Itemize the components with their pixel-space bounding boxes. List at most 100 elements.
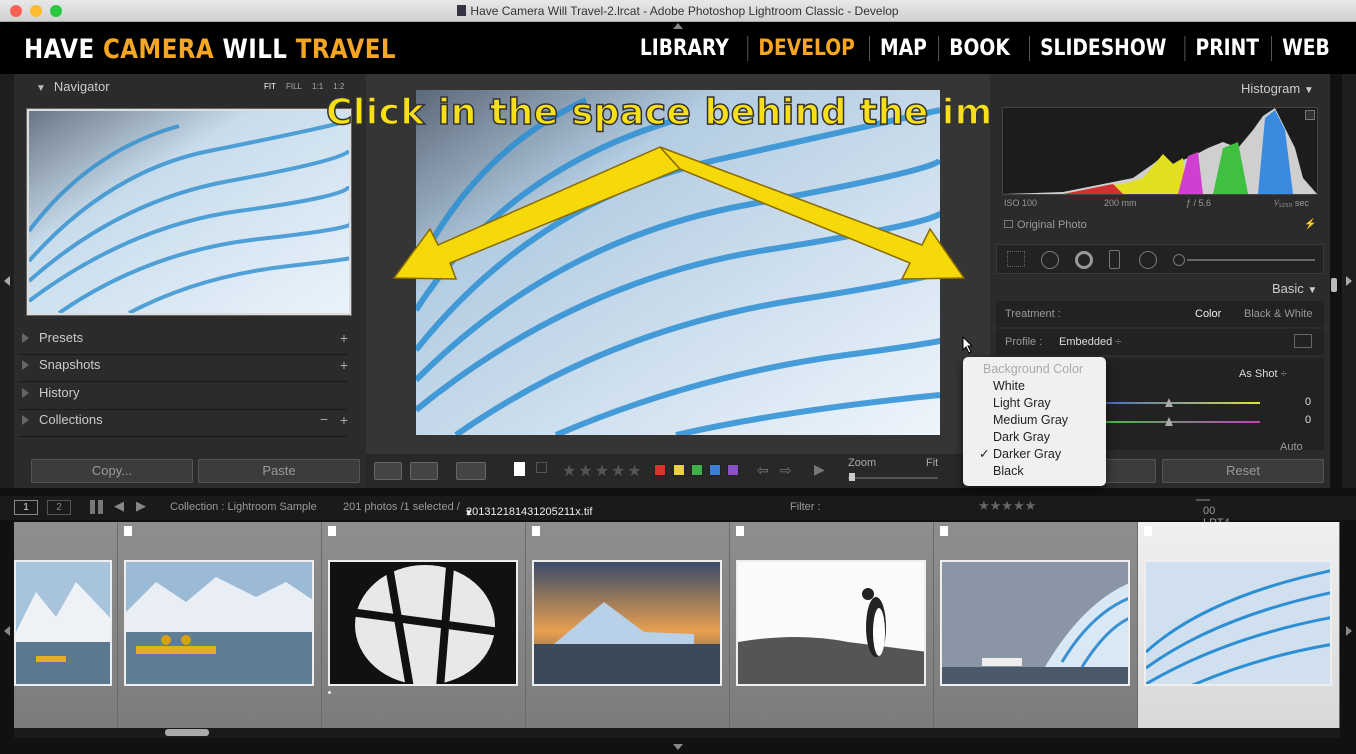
brush-size-slider[interactable] — [1187, 259, 1315, 261]
previous-photo-icon[interactable]: ⇦ — [757, 462, 769, 479]
thumbnail-iceberg-sunset[interactable] — [532, 560, 722, 686]
adjustment-brush-icon[interactable] — [1173, 254, 1185, 266]
before-after-lr-icon[interactable] — [410, 462, 438, 480]
menu-item-medium-gray[interactable]: Medium Gray — [963, 412, 1106, 429]
thumbnail-penguin[interactable] — [736, 560, 926, 686]
left-panel-toggle-icon[interactable] — [4, 276, 10, 286]
filmstrip-right-icon[interactable] — [1346, 626, 1352, 636]
menu-item-dark-gray[interactable]: Dark Gray — [963, 429, 1106, 446]
treatment-bw-option[interactable]: Black & White — [1244, 308, 1312, 320]
graduated-filter-icon[interactable] — [1109, 250, 1120, 269]
red-label-icon[interactable] — [654, 464, 666, 476]
navigator-preview[interactable] — [26, 108, 359, 316]
thumbnail-blue-ice-selected[interactable] — [1144, 560, 1332, 686]
zoom-1-2[interactable]: 1:2 — [333, 82, 344, 91]
treatment-color-option[interactable]: Color — [1195, 308, 1221, 320]
histogram-header[interactable]: Histogram ▼ — [1241, 81, 1314, 96]
thumbnail-kayaks[interactable] — [124, 560, 314, 686]
thumbnail-image — [738, 562, 924, 684]
filter-star-rating[interactable]: ★★★★★ — [978, 498, 1036, 514]
module-web[interactable]: WEB — [1271, 36, 1340, 61]
presets-section[interactable]: Presets + — [18, 330, 348, 355]
module-map[interactable]: MAP — [869, 36, 937, 61]
crop-tool-icon[interactable] — [1007, 251, 1025, 267]
loupe-view-icon[interactable] — [374, 462, 402, 480]
pick-flag-icon[interactable] — [940, 526, 948, 536]
menu-item-white[interactable]: White — [963, 378, 1106, 395]
slideshow-play-icon[interactable]: ▶ — [814, 461, 825, 478]
remove-collection-icon[interactable]: − — [320, 411, 328, 427]
aperture-value: ƒ / 5.6 — [1186, 198, 1212, 208]
top-panel-toggle-icon[interactable] — [673, 23, 683, 29]
filmstrip-scrollbar[interactable] — [14, 728, 1340, 738]
thumbnail-bw-ice[interactable] — [328, 560, 518, 686]
green-label-icon[interactable] — [691, 464, 703, 476]
histogram[interactable] — [1002, 107, 1318, 195]
right-panel-scrollbar[interactable] — [1331, 278, 1337, 292]
collections-section[interactable]: Collections − + — [18, 411, 348, 437]
forward-arrow-icon[interactable]: ▶ — [136, 498, 146, 514]
red-eye-icon[interactable] — [1075, 251, 1093, 269]
pick-flag-icon[interactable] — [514, 462, 525, 476]
profile-dropdown[interactable]: Embedded ÷ — [1059, 336, 1121, 348]
menu-item-light-gray[interactable]: Light Gray — [963, 395, 1106, 412]
menu-item-black[interactable]: Black — [963, 463, 1106, 480]
blue-label-icon[interactable] — [709, 464, 721, 476]
profile-browser-icon[interactable] — [1294, 334, 1312, 348]
window-title-bar: Have Camera Will Travel-2.lrcat - Adobe … — [0, 0, 1356, 22]
collection-source[interactable]: Collection : Lightroom Sample — [170, 501, 317, 513]
secondary-display-button[interactable]: 2 — [47, 500, 71, 515]
purple-label-icon[interactable] — [727, 464, 739, 476]
add-snapshot-icon[interactable]: + — [340, 357, 348, 373]
temp-slider[interactable] — [1100, 402, 1260, 404]
pick-flag-icon[interactable] — [1144, 526, 1152, 536]
tint-slider[interactable] — [1100, 421, 1260, 423]
module-print[interactable]: PRINT — [1184, 36, 1270, 61]
pick-flag-icon[interactable] — [328, 526, 336, 536]
grid-view-icon[interactable] — [90, 500, 104, 514]
zoom-1-1[interactable]: 1:1 — [312, 82, 323, 91]
zoom-fit[interactable]: FIT — [264, 82, 276, 91]
module-develop[interactable]: DEVELOP — [747, 36, 865, 61]
yellow-label-icon[interactable] — [673, 464, 685, 476]
module-slideshow[interactable]: SLIDESHOW — [1028, 36, 1177, 61]
thumbnail-mountains-kayak[interactable] — [14, 560, 112, 686]
zoom-fill[interactable]: FILL — [286, 82, 302, 91]
original-photo-toggle[interactable]: Original Photo — [1004, 219, 1087, 231]
white-balance-dropdown[interactable]: As Shot ÷ — [1239, 368, 1287, 380]
filmstrip-left-icon[interactable] — [4, 626, 10, 636]
filter-preset-dropdown[interactable]: 00 LRT4 Full Sequ... — [1196, 499, 1238, 553]
module-book[interactable]: BOOK — [938, 36, 1021, 61]
zoom-slider[interactable] — [848, 477, 938, 479]
module-library[interactable]: LIBRARY — [630, 36, 739, 61]
add-preset-icon[interactable]: + — [340, 330, 348, 346]
reject-flag-icon[interactable] — [536, 462, 547, 473]
bottom-panel-toggle-icon[interactable] — [673, 744, 683, 750]
snapshots-section[interactable]: Snapshots + — [18, 357, 348, 382]
add-collection-icon[interactable]: + — [340, 412, 348, 428]
before-after-tb-icon[interactable] — [456, 462, 486, 480]
next-photo-icon[interactable]: ⇨ — [780, 462, 792, 479]
highlight-clipping-icon[interactable] — [1305, 110, 1315, 120]
zoom-slider-handle[interactable] — [849, 473, 855, 481]
copy-button[interactable]: Copy... — [31, 459, 193, 483]
pick-flag-icon[interactable] — [532, 526, 540, 536]
auto-button[interactable]: Auto — [1280, 441, 1303, 453]
pick-flag-icon[interactable] — [124, 526, 132, 536]
filmstrip-scroll-thumb[interactable] — [165, 729, 209, 736]
radial-filter-icon[interactable] — [1139, 251, 1157, 269]
paste-button[interactable]: Paste — [198, 459, 360, 483]
basic-header[interactable]: Basic ▼ — [1272, 281, 1317, 296]
right-panel-toggle-icon[interactable] — [1346, 276, 1352, 286]
navigator-header[interactable]: ▼ Navigator — [36, 79, 110, 94]
pick-flag-icon[interactable] — [736, 526, 744, 536]
reset-button[interactable]: Reset — [1162, 459, 1324, 483]
star-rating[interactable]: ★★★★★ — [562, 461, 644, 481]
primary-display-button[interactable]: 1 — [14, 500, 38, 515]
spot-removal-icon[interactable] — [1041, 251, 1059, 269]
previous-button[interactable] — [1100, 459, 1156, 483]
back-arrow-icon[interactable]: ◀ — [114, 498, 124, 514]
thumbnail-ship-iceberg[interactable] — [940, 560, 1130, 686]
history-section[interactable]: History — [18, 385, 348, 410]
menu-item-darker-gray[interactable]: ✓ Darker Gray — [963, 446, 1106, 463]
